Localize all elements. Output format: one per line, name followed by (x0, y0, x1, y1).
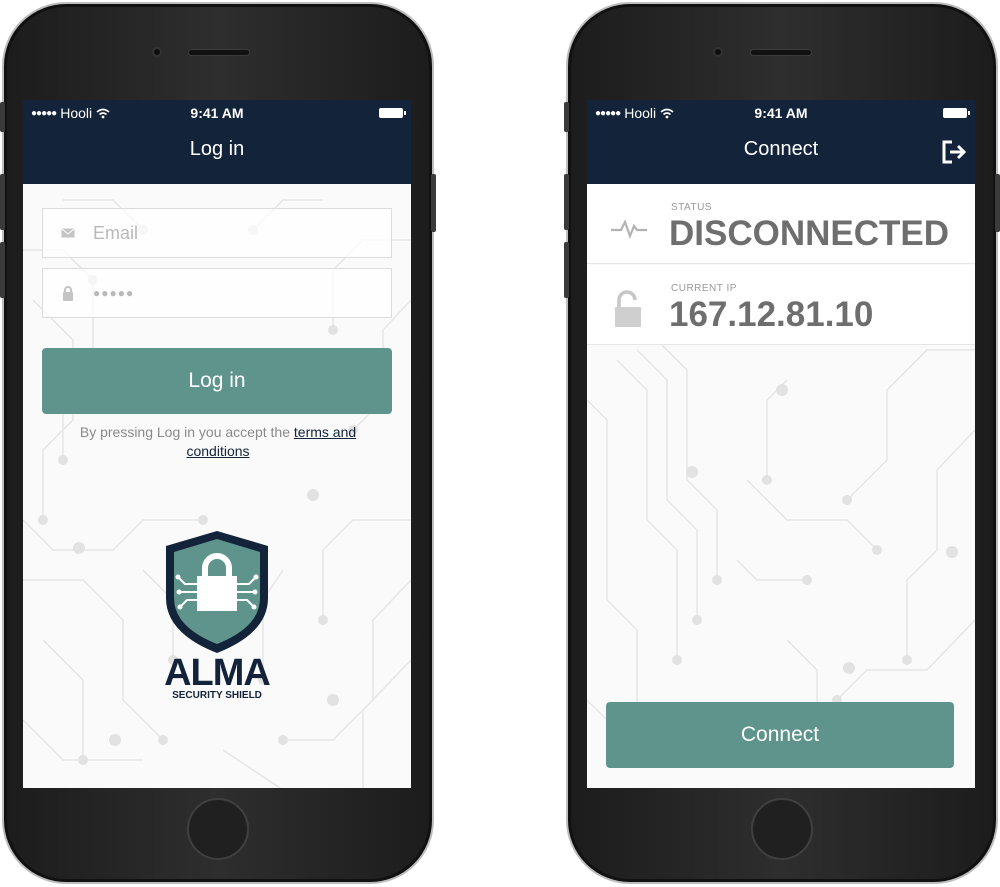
activity-icon (611, 219, 647, 240)
battery-icon (379, 108, 406, 118)
login-button[interactable]: Log in (42, 348, 392, 414)
shield-lock-icon (166, 531, 268, 653)
status-value: DISCONNECTED (669, 214, 950, 253)
logo-tagline: SECURITY SHIELD (172, 690, 262, 701)
connect-screen: ●●●●● Hooli 9:41 AM Connect STATUS DISCO… (587, 100, 975, 788)
power-button (431, 174, 436, 232)
unlock-icon (615, 290, 641, 327)
earpiece-speaker (750, 49, 812, 56)
nav-bar: ●●●●● Hooli 9:41 AM Connect (587, 100, 975, 184)
volume-down-button (564, 242, 569, 298)
volume-up-button (0, 174, 5, 230)
current-ip-label: CURRENT IP (671, 283, 737, 294)
earpiece-speaker (188, 49, 250, 56)
terms-prefix: By pressing Log in you accept the (79, 424, 294, 440)
power-button (995, 174, 1000, 232)
current-ip-row: CURRENT IP 167.12.81.10 (587, 265, 975, 345)
clock: 9:41 AM (754, 105, 808, 121)
current-ip-value: 167.12.81.10 (669, 295, 874, 334)
status-bar: ●●●●● Hooli 9:41 AM (587, 105, 975, 123)
status-label: STATUS (671, 202, 712, 213)
terms-notice: By pressing Log in you accept the terms … (53, 423, 383, 461)
phone-connect: ●●●●● Hooli 9:41 AM Connect STATUS DISCO… (564, 2, 1000, 884)
home-button[interactable] (187, 798, 249, 860)
email-field[interactable]: Email (42, 208, 392, 258)
status-row: STATUS DISCONNECTED (587, 184, 975, 264)
password-value: ●●●●● (93, 286, 135, 300)
password-field[interactable]: ●●●●● (42, 268, 392, 318)
battery-icon (943, 108, 970, 118)
mute-switch (564, 102, 569, 132)
home-button[interactable] (751, 798, 813, 860)
email-placeholder: Email (93, 222, 139, 243)
clock: 9:41 AM (190, 105, 244, 121)
mute-switch (0, 102, 5, 132)
logo-name: ALMA (164, 652, 271, 694)
nav-bar: ●●●●● Hooli 9:41 AM Log in (23, 100, 411, 184)
volume-up-button (564, 174, 569, 230)
front-camera (713, 47, 723, 57)
alma-logo: ALMA SECURITY SHIELD (161, 528, 273, 708)
front-camera (152, 47, 162, 57)
login-screen: ●●●●● Hooli 9:41 AM Log in Email ●●●●● L… (23, 100, 411, 788)
phone-login: ●●●●● Hooli 9:41 AM Log in Email ●●●●● L… (0, 2, 436, 884)
page-title: Log in (189, 138, 245, 160)
status-bar: ●●●●● Hooli 9:41 AM (23, 105, 411, 123)
volume-down-button (0, 242, 5, 298)
mail-icon (43, 228, 93, 238)
page-title: Connect (743, 138, 819, 160)
connect-button[interactable]: Connect (606, 702, 954, 768)
lock-icon (43, 285, 93, 301)
logout-icon[interactable] (941, 140, 967, 164)
